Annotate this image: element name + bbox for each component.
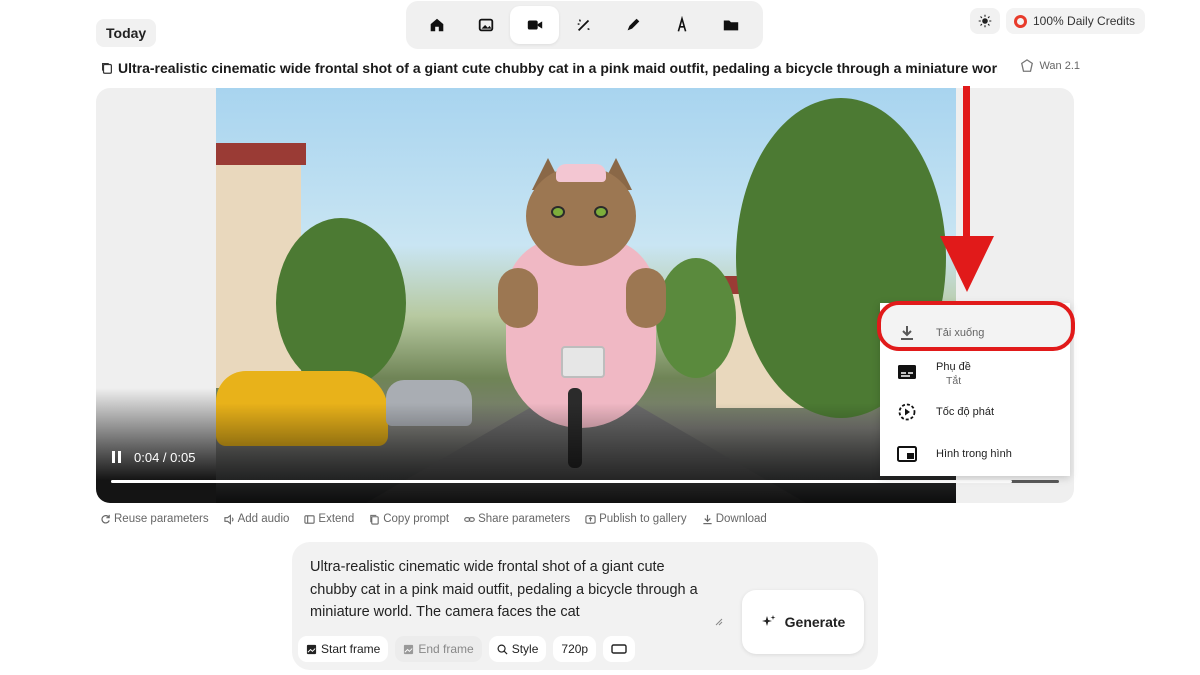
menu-item-picture-in-picture-label: Hình trong hình <box>936 448 1012 460</box>
theme-toggle-button[interactable] <box>970 8 1000 34</box>
tab-video[interactable] <box>510 6 559 44</box>
extend-icon <box>304 514 316 524</box>
copy-prompt-button[interactable]: Copy prompt <box>369 513 449 525</box>
video-action-bar: Reuse parameters Add audio Extend Copy p… <box>100 513 782 525</box>
download-label: Download <box>715 513 767 525</box>
start-frame-label: Start frame <box>321 642 381 656</box>
tab-folder[interactable] <box>706 6 755 44</box>
scene-cat-arm-left <box>498 268 538 328</box>
menu-item-subtitles-label: Phụ đề <box>936 361 971 373</box>
copy-prompt-label: Copy prompt <box>383 513 450 525</box>
publish-to-gallery-button[interactable]: Publish to gallery <box>585 513 687 525</box>
style-icon <box>497 644 508 655</box>
playback-speed-icon <box>897 402 917 422</box>
menu-item-subtitles[interactable]: Phụ đề Tắt <box>880 354 1070 390</box>
start-frame-chip[interactable]: Start frame <box>298 636 389 662</box>
extend-label: Extend <box>318 513 355 525</box>
subtitles-icon <box>897 362 917 382</box>
video-left-shade <box>96 388 216 503</box>
style-chip[interactable]: Style <box>488 636 547 662</box>
tab-home[interactable] <box>412 6 461 44</box>
image-frame-icon <box>404 644 414 654</box>
picture-in-picture-icon <box>897 444 917 464</box>
sparkle-icon <box>761 615 776 626</box>
share-parameters-label: Share parameters <box>478 513 571 525</box>
scene-cat-arm-right <box>626 268 666 328</box>
today-chip: Today <box>96 19 157 47</box>
scene-roof-left <box>216 143 306 165</box>
download-button[interactable]: Download <box>702 513 767 525</box>
copy-icon <box>370 514 379 525</box>
add-audio-label: Add audio <box>237 513 290 525</box>
video-progress-fill <box>111 480 1012 483</box>
resize-handle-icon[interactable] <box>715 618 723 626</box>
scene-tree-left <box>276 218 406 388</box>
text-a-icon <box>677 16 686 32</box>
home-icon <box>430 18 443 32</box>
tab-text[interactable] <box>657 6 706 44</box>
share-parameters-button[interactable]: Share parameters <box>464 513 570 525</box>
reuse-icon <box>101 514 110 524</box>
prompt-textarea[interactable]: Ultra-realistic cinematic wide frontal s… <box>310 556 710 624</box>
link-icon <box>464 516 475 522</box>
menu-item-picture-in-picture[interactable]: Hình trong hình <box>880 436 1070 472</box>
magic-wand-icon <box>577 19 590 32</box>
image-icon <box>478 18 493 32</box>
model-logo-icon <box>1021 59 1034 72</box>
model-name: Wan 2.1 <box>1039 60 1080 72</box>
composer-options: Start frame End frame Style 720p <box>298 636 636 662</box>
pause-icon[interactable] <box>112 450 124 465</box>
annotation-highlight-download <box>877 301 1075 351</box>
scene-cat-hat <box>556 164 606 182</box>
video-time: 0:04 / 0:05 <box>134 450 196 465</box>
top-tab-bar <box>406 1 763 49</box>
sun-icon <box>978 14 992 28</box>
credits-label: 100% Daily Credits <box>1033 14 1136 28</box>
menu-item-subtitles-value: Tắt <box>946 375 962 387</box>
add-audio-button[interactable]: Add audio <box>223 513 290 525</box>
video-progress-bar[interactable] <box>111 480 1059 483</box>
tab-image[interactable] <box>461 6 510 44</box>
pen-icon <box>627 18 639 31</box>
scene-basket <box>561 346 605 378</box>
image-frame-icon <box>306 644 317 654</box>
menu-item-playback-speed-label: Tốc độ phát <box>936 406 995 418</box>
aspect-ratio-chip[interactable] <box>603 636 636 662</box>
download-icon <box>703 514 712 524</box>
reuse-parameters-button[interactable]: Reuse parameters <box>100 513 209 525</box>
resolution-label: 720p <box>561 642 589 656</box>
annotation-arrow-head <box>940 236 994 292</box>
aspect-ratio-icon <box>611 644 627 654</box>
resolution-chip[interactable]: 720p <box>553 636 597 662</box>
scene-cat-eye-left <box>551 206 565 218</box>
speaker-icon <box>223 513 234 525</box>
prompt-composer: Ultra-realistic cinematic wide frontal s… <box>292 542 878 670</box>
annotation-arrow-shaft <box>963 86 970 246</box>
video-frame[interactable] <box>216 88 956 503</box>
reuse-parameters-label: Reuse parameters <box>114 513 209 525</box>
video-camera-icon <box>527 20 542 30</box>
generate-button[interactable]: Generate <box>742 590 864 654</box>
end-frame-label: End frame <box>418 642 474 656</box>
prompt-title: Ultra-realistic cinematic wide frontal s… <box>118 60 998 76</box>
folder-icon <box>723 20 738 31</box>
tab-magic[interactable] <box>559 6 608 44</box>
playback-controls: 0:04 / 0:05 <box>112 450 195 465</box>
copy-icon[interactable] <box>100 61 114 75</box>
publish-icon <box>585 514 596 524</box>
style-label: Style <box>511 642 539 656</box>
extend-button[interactable]: Extend <box>304 513 354 525</box>
credits-ring-icon <box>1014 14 1027 28</box>
prompt-title-row: Ultra-realistic cinematic wide frontal s… <box>100 58 1080 78</box>
publish-to-gallery-label: Publish to gallery <box>599 513 687 525</box>
generate-label: Generate <box>784 614 846 630</box>
video-bottom-shade <box>216 403 956 503</box>
end-frame-chip[interactable]: End frame <box>395 636 482 662</box>
menu-item-playback-speed[interactable]: Tốc độ phát <box>880 394 1070 430</box>
credits-badge[interactable]: 100% Daily Credits <box>1006 8 1146 34</box>
scene-cat-eye-right <box>594 206 608 218</box>
model-tag: Wan 2.1 <box>1020 59 1080 73</box>
scene-tree-mid <box>656 258 736 378</box>
tab-edit[interactable] <box>608 6 657 44</box>
